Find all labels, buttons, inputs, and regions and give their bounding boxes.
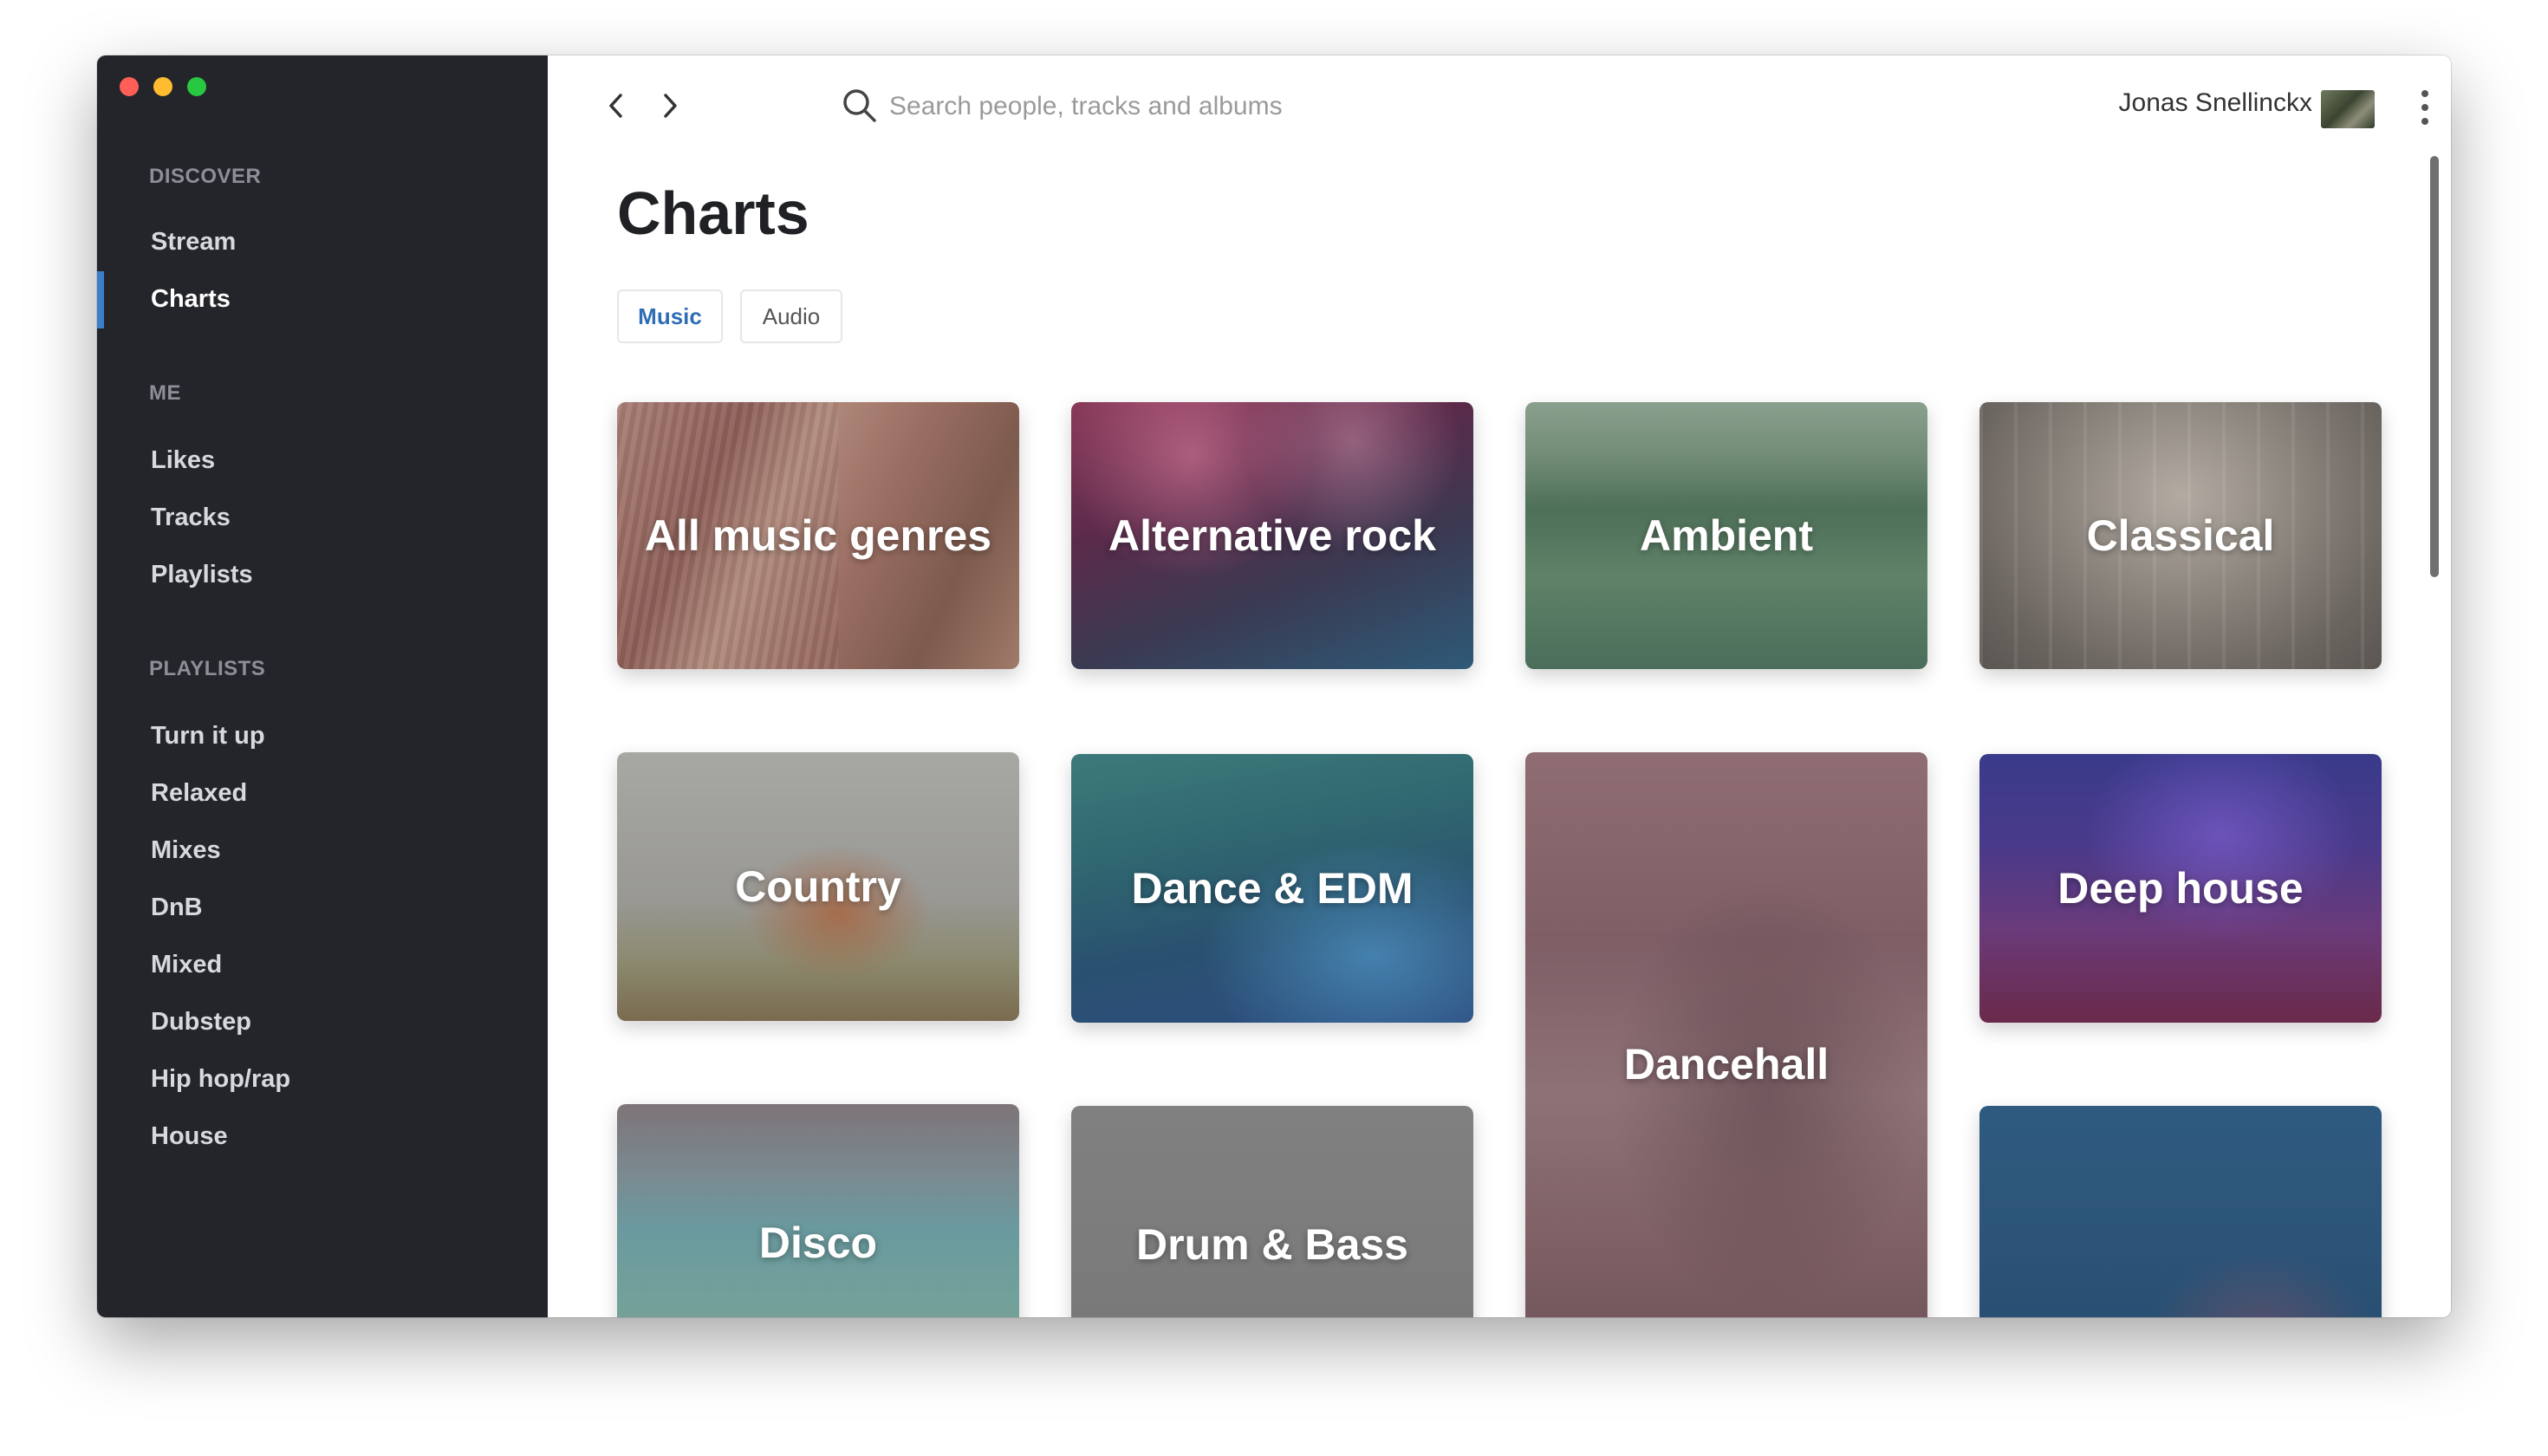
sidebar-item-playlists[interactable]: Playlists — [151, 561, 253, 589]
more-vertical-icon[interactable] — [2420, 90, 2430, 125]
genre-label: Dance & EDM — [1131, 864, 1414, 913]
page-title: Charts — [617, 179, 809, 247]
genre-card-ambient[interactable]: Ambient — [1525, 402, 1927, 669]
genre-card-deep-house[interactable]: Deep house — [1979, 754, 2382, 1023]
genre-card-dance-edm[interactable]: Dance & EDM — [1071, 754, 1473, 1023]
genre-card-drum-bass[interactable]: Drum & Bass — [1071, 1106, 1473, 1317]
genre-card-all-music-genres[interactable]: All music genres — [617, 402, 1019, 669]
playlist-item-dnb[interactable]: DnB — [151, 894, 203, 922]
genre-card-unlabeled[interactable] — [1979, 1106, 2382, 1317]
playlist-item-mixed[interactable]: Mixed — [151, 951, 222, 979]
search-input[interactable] — [887, 80, 1584, 133]
genre-label: All music genres — [644, 511, 992, 560]
close-window-button[interactable] — [120, 77, 139, 96]
genre-card-country[interactable]: Country — [617, 752, 1019, 1021]
genre-label: Deep house — [2057, 864, 2304, 913]
section-title-me: ME — [149, 381, 181, 405]
search-icon[interactable] — [841, 87, 879, 129]
playlist-item-relaxed[interactable]: Relaxed — [151, 779, 247, 808]
user-name[interactable]: Jonas Snellinckx — [2119, 88, 2312, 118]
section-title-playlists: PLAYLISTS — [149, 657, 266, 680]
playlist-item-turn-it-up[interactable]: Turn it up — [151, 722, 265, 751]
sidebar-item-charts[interactable]: Charts — [151, 285, 231, 314]
playlist-item-house[interactable]: House — [151, 1122, 228, 1151]
genre-label: Classical — [2086, 511, 2275, 560]
minimize-window-button[interactable] — [153, 77, 172, 96]
genre-label: Alternative rock — [1108, 511, 1436, 560]
sidebar: DISCOVER Stream Charts ME Likes Tracks P… — [97, 55, 548, 1317]
playlist-item-dubstep[interactable]: Dubstep — [151, 1008, 251, 1037]
scrollbar[interactable] — [2430, 156, 2439, 577]
playlist-item-hip-hop-rap[interactable]: Hip hop/rap — [151, 1065, 290, 1094]
main-content: Jonas Snellinckx Charts Music Audio All … — [548, 55, 2451, 1317]
section-title-discover: DISCOVER — [149, 165, 262, 188]
avatar[interactable] — [2321, 90, 2375, 128]
genre-card-dancehall[interactable]: Dancehall — [1525, 752, 1927, 1317]
tab-music[interactable]: Music — [617, 289, 723, 343]
genre-label: Disco — [758, 1219, 878, 1267]
genre-label: Dancehall — [1623, 1040, 1830, 1089]
chevron-right-icon[interactable] — [657, 88, 683, 127]
sidebar-item-likes[interactable]: Likes — [151, 446, 215, 475]
chevron-left-icon[interactable] — [603, 88, 629, 127]
genre-card-alternative-rock[interactable]: Alternative rock — [1071, 402, 1473, 669]
sidebar-item-stream[interactable]: Stream — [151, 228, 236, 257]
genre-label: Ambient — [1640, 511, 1813, 560]
genre-label: Drum & Bass — [1136, 1220, 1408, 1269]
active-indicator — [97, 271, 104, 328]
tab-audio[interactable]: Audio — [740, 289, 842, 343]
genre-card-classical[interactable]: Classical — [1979, 402, 2382, 669]
maximize-window-button[interactable] — [187, 77, 206, 96]
app-window: DISCOVER Stream Charts ME Likes Tracks P… — [97, 55, 2451, 1317]
window-controls — [120, 77, 206, 96]
sidebar-item-tracks[interactable]: Tracks — [151, 504, 231, 532]
genre-card-disco[interactable]: Disco — [617, 1104, 1019, 1317]
playlist-item-mixes[interactable]: Mixes — [151, 836, 221, 865]
genre-label: Country — [735, 862, 901, 911]
